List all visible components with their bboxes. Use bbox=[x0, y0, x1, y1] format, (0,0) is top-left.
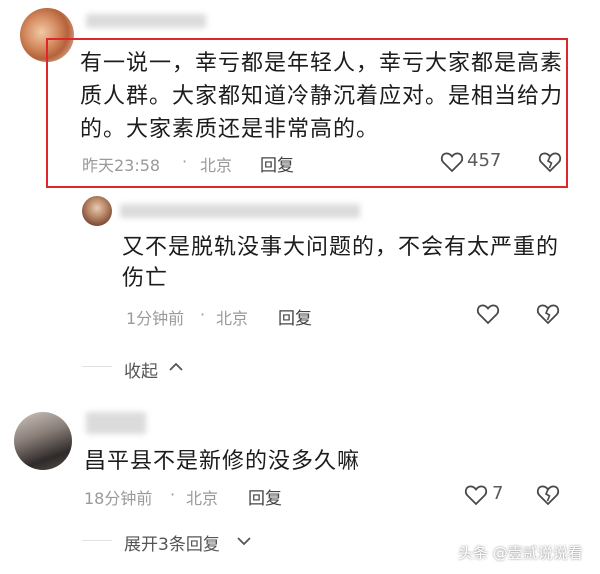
heart-icon[interactable] bbox=[440, 151, 464, 173]
comment-location: 北京 bbox=[216, 309, 249, 328]
comment-location: 北京 bbox=[200, 156, 233, 175]
dislike-icon[interactable] bbox=[538, 151, 562, 173]
divider bbox=[82, 366, 112, 367]
avatar[interactable] bbox=[14, 412, 72, 470]
comment-time: 1分钟前 bbox=[126, 309, 185, 328]
comment-text: 又不是脱轨没事大问题的，不会有太严重的 bbox=[122, 235, 560, 260]
username-redacted bbox=[86, 412, 146, 434]
heart-icon[interactable] bbox=[476, 303, 500, 325]
username-redacted bbox=[120, 204, 360, 218]
dislike-icon[interactable] bbox=[536, 484, 560, 506]
dislike-icon[interactable] bbox=[536, 303, 560, 325]
reply-button[interactable]: 回复 bbox=[260, 151, 294, 176]
comment-text: 质人群。大家都知道冷静沉着应对。是相当给力 bbox=[80, 84, 564, 109]
username-redacted bbox=[86, 14, 206, 28]
reply-button[interactable]: 回复 bbox=[278, 304, 312, 329]
reply-button[interactable]: 回复 bbox=[248, 484, 282, 509]
expand-replies-button[interactable]: 展开3条回复 bbox=[124, 530, 220, 555]
like-count: 457 bbox=[467, 150, 502, 171]
divider bbox=[82, 540, 112, 541]
meta-separator: · bbox=[170, 485, 176, 504]
comment-location: 北京 bbox=[186, 489, 219, 508]
comment-text: 有一说一，幸亏都是年轻人，幸亏大家都是高素 bbox=[80, 51, 564, 76]
comment-time: 18分钟前 bbox=[84, 489, 153, 508]
comment-text: 的。大家素质还是非常高的。 bbox=[80, 117, 380, 142]
heart-icon[interactable] bbox=[464, 484, 488, 506]
avatar[interactable] bbox=[82, 196, 112, 226]
chevron-up-icon[interactable] bbox=[168, 360, 184, 374]
meta-separator: · bbox=[200, 305, 206, 324]
collapse-button[interactable]: 收起 bbox=[124, 357, 158, 382]
comment-text: 伤亡 bbox=[122, 266, 169, 291]
meta-separator: · bbox=[182, 152, 188, 171]
chevron-down-icon[interactable] bbox=[236, 534, 252, 548]
like-count: 7 bbox=[492, 483, 504, 504]
comment-time: 昨天23:58 bbox=[82, 156, 161, 175]
comment-text: 昌平县不是新修的没多久嘛 bbox=[84, 449, 361, 474]
watermark: 头条 @壹贰说说看 bbox=[458, 544, 583, 562]
